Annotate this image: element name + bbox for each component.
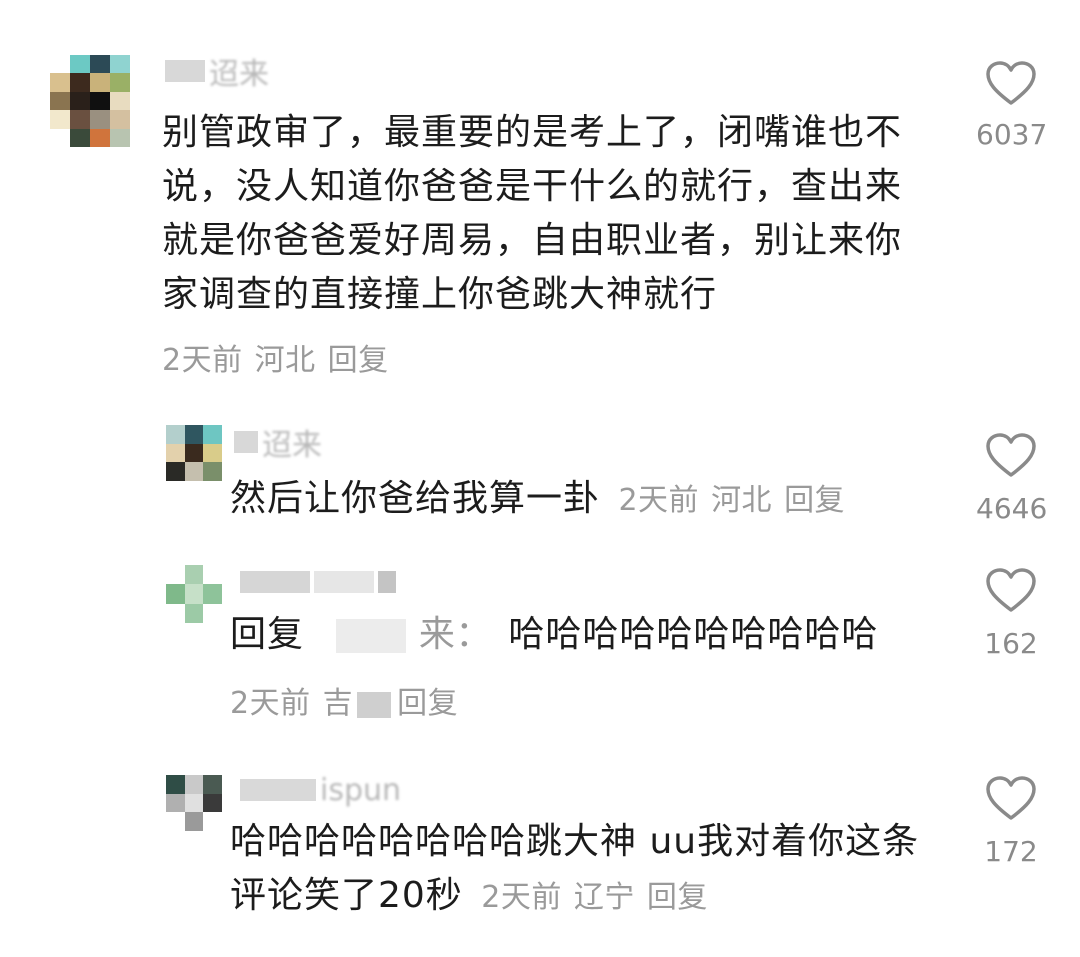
like-count: 162 [984, 627, 1038, 660]
comment-text: 哈哈哈哈哈哈哈哈哈哈 [508, 614, 879, 655]
username-text: ispun [320, 772, 402, 808]
comment-meta: 2天前 河北 回复 [618, 483, 857, 518]
comment-text: 然后让你爸给我算一卦 [230, 478, 601, 519]
reply-button[interactable]: 回复 [647, 880, 708, 915]
username-mosaic [314, 571, 374, 593]
comment-1: 迢来 别管政审了，最重要的是考上了，闭嘴谁也不说，没人知道你爸爸是干什么的就行，… [0, 0, 1080, 380]
location-mosaic [357, 691, 392, 718]
comment-meta: 2天前 辽宁 回复 [481, 880, 720, 915]
username[interactable]: 迢来 [234, 427, 322, 463]
username[interactable]: 迢来 [165, 56, 269, 92]
username-mosaic [240, 779, 316, 801]
reply-target-mosaic[interactable] [336, 619, 407, 653]
comment-text-line: 然后让你爸给我算一卦 2天前 河北 回复 [230, 472, 857, 528]
comment-2: 迢来 然后让你爸给我算一卦 2天前 河北 回复 4646 [0, 400, 1080, 540]
comment-time: 2天前 [618, 483, 700, 518]
comment-text: 别管政审了，最重要的是考上了，闭嘴谁也不说，没人知道你爸爸是干什么的就行，查出来… [162, 112, 903, 315]
comment-text-line: 回复 来： 哈哈哈哈哈哈哈哈哈哈 [230, 608, 878, 662]
like-button[interactable]: 6037 [976, 60, 1048, 151]
reply-button[interactable]: 回复 [328, 343, 389, 378]
heart-outline-icon [986, 776, 1036, 820]
heart-outline-icon [986, 61, 1036, 105]
like-count: 172 [984, 835, 1038, 868]
avatar[interactable] [50, 55, 130, 147]
username[interactable]: ispun [240, 772, 402, 808]
like-button[interactable]: 172 [976, 775, 1046, 868]
comment-location: 吉 [322, 686, 354, 721]
avatar[interactable] [166, 775, 222, 831]
reply-target-name[interactable]: 来： [419, 614, 492, 655]
reply-button[interactable]: 回复 [784, 483, 845, 518]
heart-outline-icon [986, 568, 1036, 612]
reply-button[interactable]: 回复 [397, 686, 458, 721]
comment-meta: 2天前 河北 回复 [162, 335, 401, 379]
comment-meta: 2天前吉 回复 [230, 678, 470, 722]
like-button[interactable]: 4646 [976, 432, 1048, 525]
comment-location: 辽宁 [573, 880, 635, 915]
comment-3: 回复 来： 哈哈哈哈哈哈哈哈哈哈 2天前吉回复 162 [0, 545, 1080, 745]
username-mosaic [378, 571, 396, 593]
comment-location: 河北 [711, 483, 773, 518]
comment-4: ispun 哈哈哈哈哈哈哈哈跳大神 uu我对着你这条评论笑了20秒 2天前 辽宁回… [0, 760, 1080, 957]
reply-prefix: 回复 [230, 614, 305, 655]
username-mosaic [234, 431, 258, 453]
avatar[interactable] [166, 565, 222, 623]
username[interactable] [240, 567, 400, 597]
username-mosaic [240, 571, 310, 593]
comment-time: 2天前 [481, 880, 562, 915]
comment-location: 河北 [254, 343, 316, 378]
like-count: 6037 [976, 118, 1048, 151]
username-text: 迢来 [209, 57, 269, 92]
username-text: 迢来 [262, 428, 322, 463]
username-mosaic [165, 60, 205, 82]
comment-time: 2天前 [162, 343, 243, 378]
comment-time: 2天前 [230, 686, 311, 721]
like-button[interactable]: 162 [976, 567, 1046, 660]
comment-text-block: 哈哈哈哈哈哈哈哈跳大神 uu我对着你这条评论笑了20秒 2天前 辽宁 回复 [230, 815, 930, 925]
avatar[interactable] [166, 425, 222, 481]
like-count: 4646 [976, 492, 1048, 525]
heart-outline-icon [986, 433, 1036, 477]
